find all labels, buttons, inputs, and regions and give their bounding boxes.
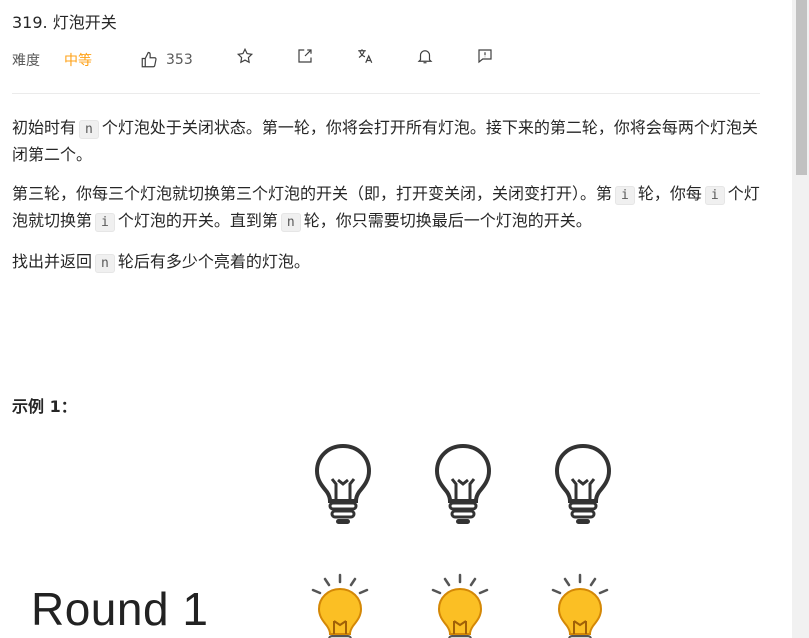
inline-code: n: [95, 254, 115, 273]
text-span: 初始时有: [12, 118, 77, 137]
bulb-on-icon: [311, 573, 369, 638]
inline-code: i: [704, 186, 725, 205]
like-button[interactable]: 353: [138, 47, 193, 73]
text-span: 轮，你只需要切换最后一个灯泡的开关。: [303, 211, 592, 230]
round-label: Round 1: [31, 583, 209, 635]
share-icon: [296, 47, 314, 69]
inline-code: i: [95, 213, 115, 232]
description-paragraph-1: 初始时有 n 个灯泡处于关闭状态。第一轮，你将会打开所有灯泡。接下来的第二轮，你将会…: [12, 115, 762, 167]
description-paragraph-3: 找出并返回 n 轮后有多少个亮着的灯泡。: [12, 249, 762, 276]
bulb-off-icon: [554, 443, 612, 524]
example-figure: Round 1: [0, 430, 780, 638]
bell-icon: [416, 47, 434, 69]
feedback-icon: [476, 47, 494, 69]
subscribe-button[interactable]: [414, 47, 436, 69]
header-divider: [12, 93, 760, 94]
text-span: 找出并返回: [12, 252, 93, 271]
problem-title: 319. 灯泡开关: [12, 13, 117, 32]
translate-icon: [356, 47, 374, 69]
feedback-button[interactable]: [474, 47, 496, 69]
text-span: 轮后有多少个亮着的灯泡。: [117, 252, 310, 271]
scrollbar[interactable]: [792, 0, 809, 638]
inline-code: n: [280, 213, 301, 232]
like-count: 353: [166, 52, 193, 68]
star-icon: [236, 47, 254, 69]
thumbs-up-icon: [138, 49, 160, 71]
example-title: 示例 1：: [12, 397, 77, 416]
problem-meta-row: 难度 中等 353: [12, 47, 772, 73]
inline-code: i: [615, 186, 635, 205]
translate-button[interactable]: [354, 47, 376, 69]
bulb-on-icon: [431, 573, 489, 638]
text-span: 个灯泡的开关。直到第: [117, 211, 278, 230]
description-paragraph-2: 第三轮，你每三个灯泡就切换第三个灯泡的开关（即，打开变关闭，关闭变打开）。第 i 轮…: [12, 181, 762, 235]
share-button[interactable]: [294, 47, 316, 69]
scrollbar-thumb[interactable]: [796, 0, 807, 175]
text-span: 第三轮，你每三个灯泡就切换第三个灯泡的开关（即，打开变关闭，关闭变打开）。第: [12, 184, 613, 203]
difficulty-label: 难度: [12, 53, 40, 69]
bulb-off-icon: [314, 443, 372, 524]
text-span: 个灯泡处于关闭状态。第一轮，你将会打开所有灯泡。接下来的第二轮，你将会每两个灯泡…: [12, 118, 758, 164]
problem-description: 初始时有 n 个灯泡处于关闭状态。第一轮，你将会打开所有灯泡。接下来的第二轮，你将会…: [12, 115, 762, 290]
bulb-off-icon: [434, 443, 492, 524]
difficulty-badge: 中等: [64, 53, 92, 69]
inline-code: n: [79, 120, 99, 139]
bulb-on-icon: [551, 573, 609, 638]
favorite-button[interactable]: [234, 47, 256, 69]
text-span: 轮，你每: [637, 184, 702, 203]
